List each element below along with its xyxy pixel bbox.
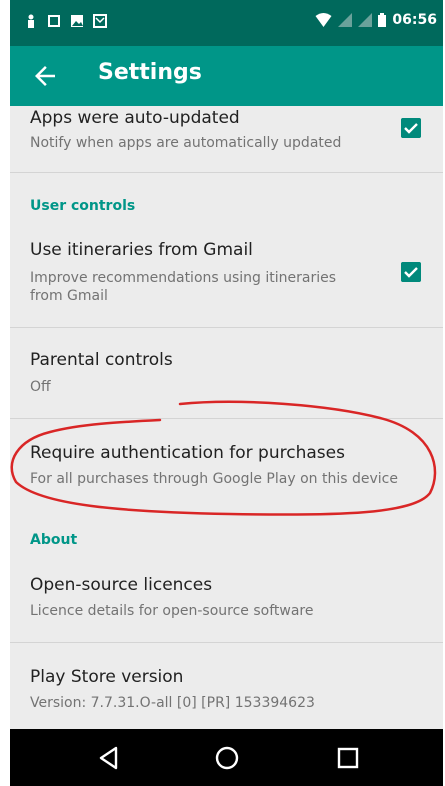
divider (10, 642, 443, 643)
arrow-back-icon[interactable] (30, 61, 60, 91)
setting-parental-controls[interactable]: Parental controls Off (10, 348, 443, 406)
notification-image-icon (71, 15, 83, 27)
notification-person-icon (28, 14, 34, 28)
setting-title: Open-source licences (30, 575, 213, 595)
setting-summary-line2: from Gmail (30, 288, 108, 304)
app-toolbar: Settings (10, 46, 443, 106)
divider (10, 418, 443, 419)
system-nav-bar (10, 729, 443, 786)
setting-summary: Off (30, 379, 51, 395)
phone-screen: 06:56 Settings Apps were auto-updated No… (10, 0, 443, 786)
nav-recents-icon[interactable] (333, 743, 363, 773)
setting-require-authentication[interactable]: Require authentication for purchases For… (10, 441, 443, 499)
section-header-user-controls: User controls (30, 198, 136, 214)
status-time: 06:56 (392, 12, 437, 28)
signal-2-icon (358, 13, 373, 27)
battery-icon (378, 13, 387, 27)
setting-title: Parental controls (30, 350, 173, 370)
setting-title: Play Store version (30, 667, 184, 687)
setting-title: Apps were auto-updated (30, 108, 240, 128)
setting-itineraries-gmail[interactable]: Use itineraries from Gmail Improve recom… (10, 238, 443, 318)
setting-play-store-version[interactable]: Play Store version Version: 7.7.31.O-all… (10, 665, 443, 723)
setting-summary: Version: 7.7.31.O-all [0] [PR] 153394623 (30, 695, 315, 711)
wifi-icon (315, 13, 332, 27)
notification-mail-icon (93, 14, 107, 28)
setting-title: Require authentication for purchases (30, 443, 345, 463)
setting-title: Use itineraries from Gmail (30, 240, 253, 260)
nav-home-icon[interactable] (212, 743, 242, 773)
divider (10, 172, 443, 173)
divider (10, 327, 443, 328)
checkbox-checked-icon[interactable] (401, 118, 421, 138)
setting-auto-updated[interactable]: Apps were auto-updated Notify when apps … (10, 106, 443, 158)
setting-summary: Notify when apps are automatically updat… (30, 135, 342, 151)
page-title: Settings (98, 60, 202, 85)
setting-summary: Licence details for open-source software (30, 603, 314, 619)
setting-summary-line1: Improve recommendations using itinerarie… (30, 270, 337, 286)
signal-icon (338, 13, 353, 27)
checkbox-checked-icon[interactable] (401, 262, 421, 282)
section-header-about: About (30, 532, 78, 548)
nav-back-icon[interactable] (94, 743, 124, 773)
status-bar: 06:56 (10, 0, 443, 46)
notification-sim-icon (48, 15, 60, 27)
setting-open-source-licences[interactable]: Open-source licences Licence details for… (10, 573, 443, 631)
setting-summary: For all purchases through Google Play on… (30, 471, 398, 487)
